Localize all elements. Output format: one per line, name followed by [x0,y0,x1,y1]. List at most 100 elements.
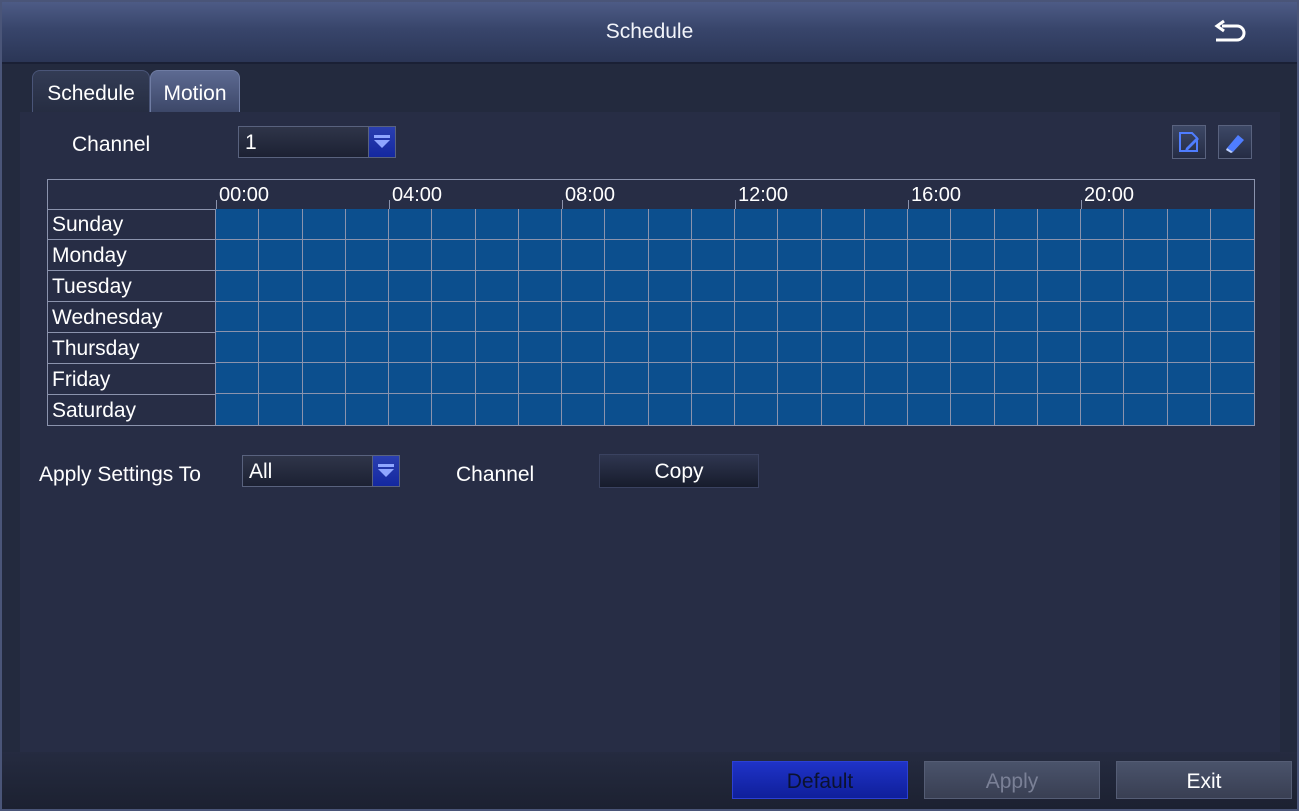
schedule-cell[interactable] [994,394,1038,425]
apply-settings-select[interactable]: All [242,455,400,487]
schedule-cell[interactable] [302,301,346,333]
schedule-cell[interactable] [605,209,649,240]
schedule-cell[interactable] [518,363,562,395]
schedule-cell[interactable] [821,270,865,302]
schedule-cell[interactable] [648,270,692,302]
schedule-cell[interactable] [691,270,735,302]
schedule-cell[interactable] [216,332,260,364]
schedule-cell[interactable] [1210,332,1254,364]
schedule-cell[interactable] [562,394,606,425]
schedule-cell[interactable] [605,363,649,395]
schedule-cell[interactable] [302,394,346,425]
schedule-cell[interactable] [648,394,692,425]
schedule-cell[interactable] [1210,270,1254,302]
schedule-cell[interactable] [216,301,260,333]
schedule-cell[interactable] [302,270,346,302]
schedule-cell[interactable] [1081,332,1125,364]
schedule-cell[interactable] [259,209,303,240]
schedule-cell[interactable] [778,209,822,240]
schedule-cell[interactable] [1081,239,1125,271]
schedule-cell[interactable] [216,363,260,395]
schedule-cell[interactable] [302,332,346,364]
schedule-cell[interactable] [518,239,562,271]
schedule-cell[interactable] [562,239,606,271]
schedule-cell[interactable] [735,270,779,302]
schedule-cell[interactable] [562,270,606,302]
schedule-cell[interactable] [562,301,606,333]
schedule-cell[interactable] [908,239,952,271]
schedule-cell[interactable] [1081,394,1125,425]
schedule-cell[interactable] [518,394,562,425]
schedule-cell[interactable] [864,209,908,240]
schedule-cell[interactable] [691,332,735,364]
schedule-cell[interactable] [735,332,779,364]
schedule-cell[interactable] [951,363,995,395]
schedule-cell[interactable] [345,239,389,271]
schedule-cell[interactable] [259,394,303,425]
schedule-cell[interactable] [821,332,865,364]
schedule-cells[interactable] [216,209,1254,425]
schedule-cell[interactable] [951,209,995,240]
schedule-cell[interactable] [345,394,389,425]
schedule-cell[interactable] [735,301,779,333]
schedule-cell[interactable] [1124,301,1168,333]
schedule-cell[interactable] [908,270,952,302]
schedule-cell[interactable] [908,209,952,240]
schedule-cell[interactable] [562,332,606,364]
schedule-cell[interactable] [1037,394,1081,425]
schedule-cell[interactable] [735,209,779,240]
schedule-cell[interactable] [389,209,433,240]
schedule-cell[interactable] [302,239,346,271]
schedule-cell[interactable] [605,301,649,333]
schedule-cell[interactable] [1081,301,1125,333]
schedule-cell[interactable] [345,301,389,333]
schedule-cell[interactable] [1210,239,1254,271]
tab-schedule[interactable]: Schedule [32,70,150,112]
schedule-cell[interactable] [216,209,260,240]
schedule-cell[interactable] [605,239,649,271]
schedule-cell[interactable] [1167,239,1211,271]
schedule-cell[interactable] [691,239,735,271]
schedule-cell[interactable] [1081,363,1125,395]
schedule-cell[interactable] [1124,363,1168,395]
schedule-cell[interactable] [1037,332,1081,364]
schedule-cell[interactable] [389,270,433,302]
schedule-cell[interactable] [1167,301,1211,333]
schedule-cell[interactable] [994,209,1038,240]
schedule-cell[interactable] [1210,301,1254,333]
schedule-cell[interactable] [648,301,692,333]
schedule-cell[interactable] [1167,394,1211,425]
schedule-cell[interactable] [648,239,692,271]
schedule-cell[interactable] [475,209,519,240]
schedule-cell[interactable] [432,209,476,240]
schedule-cell[interactable] [1037,209,1081,240]
schedule-cell[interactable] [1124,239,1168,271]
schedule-cell[interactable] [475,270,519,302]
schedule-cell[interactable] [432,332,476,364]
schedule-cell[interactable] [648,363,692,395]
schedule-cell[interactable] [1167,209,1211,240]
channel-dropdown-arrow[interactable] [368,127,395,157]
schedule-cell[interactable] [951,301,995,333]
schedule-cell[interactable] [908,363,952,395]
edit-schedule-button[interactable] [1172,125,1206,159]
schedule-cell[interactable] [345,363,389,395]
schedule-cell[interactable] [475,301,519,333]
schedule-cell[interactable] [778,332,822,364]
schedule-cell[interactable] [1167,270,1211,302]
schedule-cell[interactable] [345,332,389,364]
schedule-cell[interactable] [432,239,476,271]
schedule-cell[interactable] [691,301,735,333]
schedule-cell[interactable] [389,363,433,395]
schedule-cell[interactable] [778,301,822,333]
schedule-cell[interactable] [518,301,562,333]
schedule-cell[interactable] [475,394,519,425]
schedule-cell[interactable] [864,363,908,395]
schedule-cell[interactable] [778,394,822,425]
schedule-cell[interactable] [345,270,389,302]
schedule-cell[interactable] [1210,394,1254,425]
schedule-cell[interactable] [432,363,476,395]
schedule-cell[interactable] [389,239,433,271]
schedule-cell[interactable] [994,363,1038,395]
schedule-cell[interactable] [778,363,822,395]
